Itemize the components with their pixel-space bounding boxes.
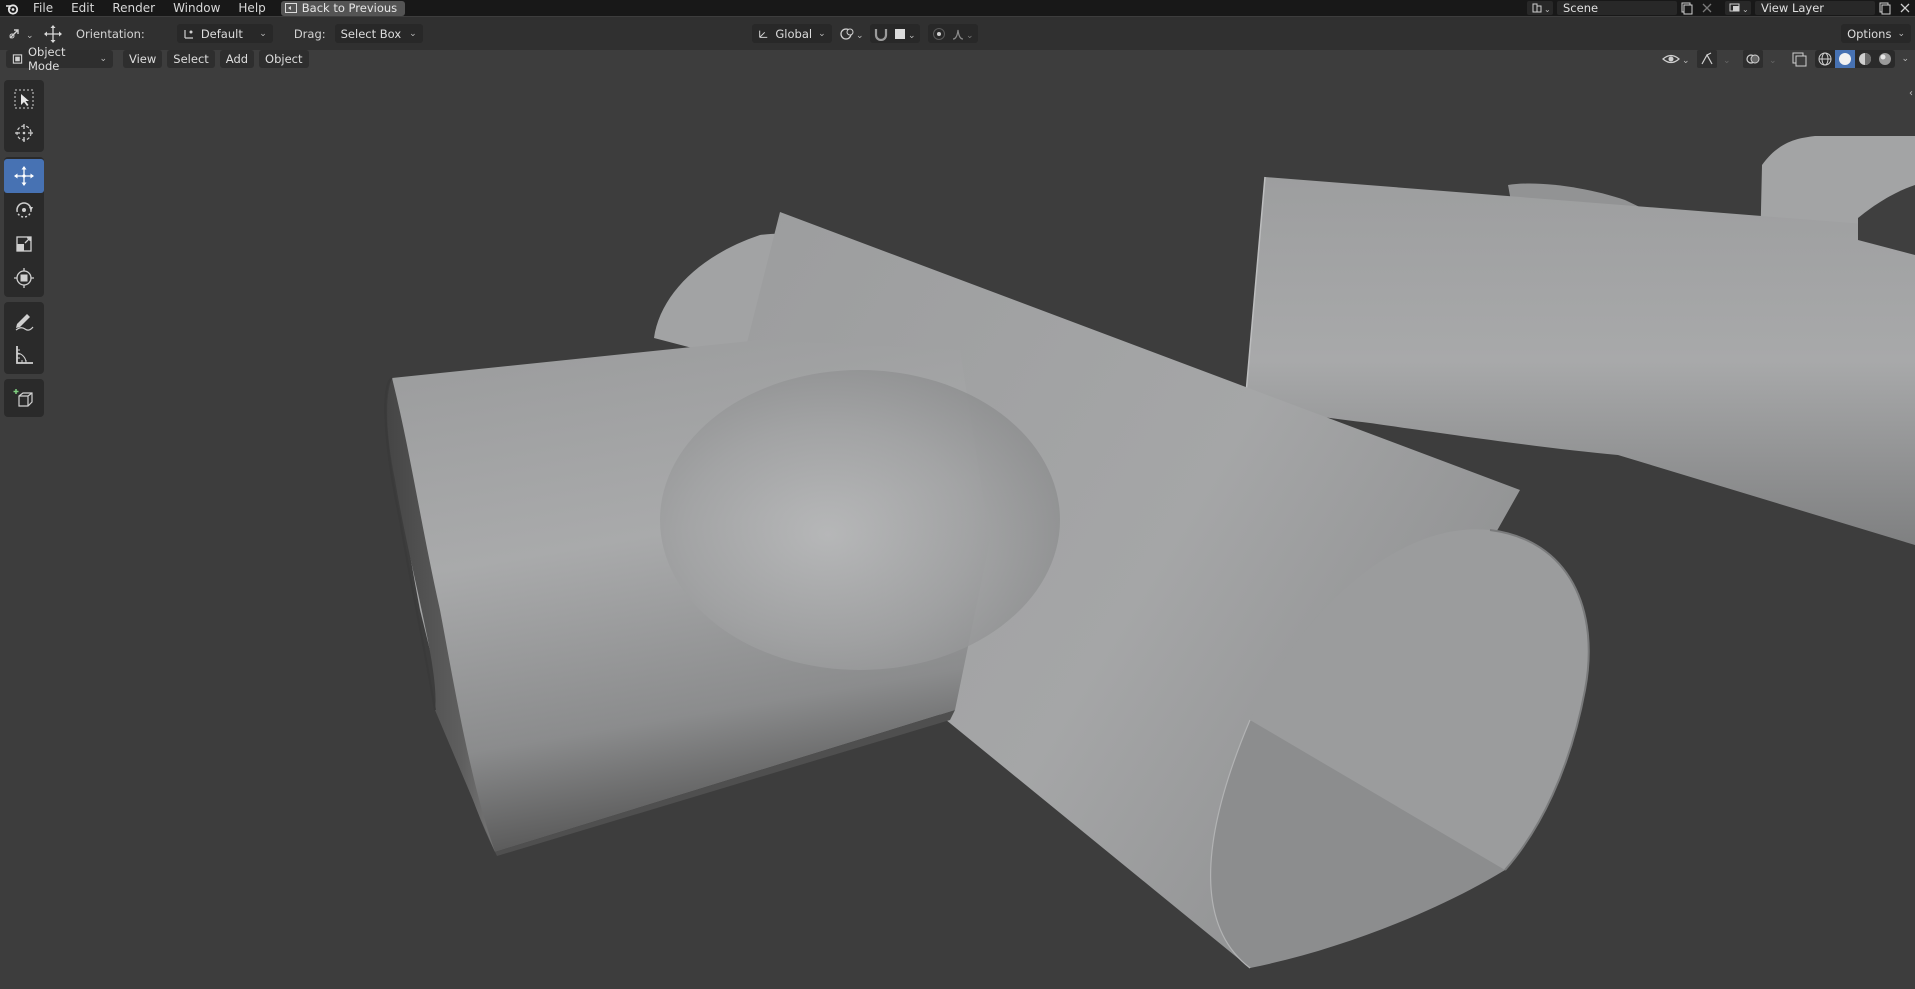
chevron-down-icon: ⌄ <box>818 28 826 39</box>
chevron-down-icon: ⌄ <box>99 54 107 64</box>
annotate-icon[interactable] <box>4 304 44 338</box>
svg-text:⌄: ⌄ <box>1723 56 1731 66</box>
top-menu-bar: File Edit Render Window Help Back to Pre… <box>0 0 1915 16</box>
shading-options-chevron-icon[interactable]: ⌄ <box>1901 54 1909 64</box>
move-tool-icon <box>44 24 62 43</box>
mode-value: Object Mode <box>28 45 66 73</box>
back-screen-icon <box>284 3 297 13</box>
left-toolbar <box>4 80 44 422</box>
scene-icon[interactable]: ⌄ <box>1527 1 1553 15</box>
drag-label: Drag: <box>293 26 326 41</box>
xray-toggle-icon[interactable] <box>1789 50 1809 68</box>
3d-viewport[interactable] <box>0 50 1915 989</box>
svg-text:⌄: ⌄ <box>1742 5 1749 14</box>
menu-view[interactable]: View <box>123 50 163 68</box>
chevron-down-icon: ⌄ <box>259 28 267 39</box>
orientation-axis-icon <box>184 29 193 39</box>
chevron-down-icon: ⌄ <box>409 28 417 39</box>
rendered-shading-icon[interactable] <box>1875 50 1895 68</box>
move-icon[interactable] <box>4 159 44 193</box>
transform-orientation-value: Global <box>775 26 813 41</box>
svg-text:⌄: ⌄ <box>1544 5 1551 14</box>
material-shading-icon[interactable] <box>1855 50 1875 68</box>
orientation-label: Orientation: <box>76 26 145 41</box>
scale-icon[interactable] <box>4 227 44 261</box>
blender-logo-icon[interactable] <box>0 0 24 16</box>
menu-render[interactable]: Render <box>103 0 164 16</box>
delete-scene-icon[interactable] <box>1697 1 1717 15</box>
scene-name: Scene <box>1563 1 1599 15</box>
menu-edit[interactable]: Edit <box>62 0 103 16</box>
tool-group-transform <box>4 157 44 297</box>
snap-magnet-icon[interactable] <box>873 27 889 41</box>
transform-orientation-dropdown[interactable]: Global ⌄ <box>751 24 832 43</box>
pivot-point-icon[interactable]: ⌄ <box>836 24 866 44</box>
view-layer-field[interactable]: View Layer <box>1755 1 1875 15</box>
svg-text:⌄: ⌄ <box>966 31 974 41</box>
menu-object[interactable]: Object <box>259 50 309 68</box>
svg-text:⌄: ⌄ <box>26 31 34 41</box>
menu-select[interactable]: Select <box>167 50 215 68</box>
object-mode-icon <box>12 54 23 64</box>
measure-icon[interactable] <box>4 338 44 372</box>
proportional-editing-icon[interactable] <box>931 27 947 41</box>
menu-window[interactable]: Window <box>164 0 229 16</box>
orientation-dropdown[interactable]: Default ⌄ <box>176 24 273 43</box>
tool-settings-header: ⌄ Orientation: Default ⌄ Drag: Select Bo… <box>0 17 1915 50</box>
drag-value: Select Box <box>340 26 402 41</box>
menu-help[interactable]: Help <box>229 0 274 16</box>
falloff-curve-icon[interactable]: ⌄ <box>951 27 975 41</box>
mode-dropdown[interactable]: Object Mode ⌄ <box>6 45 113 73</box>
visibility-eye-icon[interactable]: ⌄ <box>1661 50 1691 68</box>
rotate-icon[interactable] <box>4 193 44 227</box>
snap-increment-icon[interactable]: ⌄ <box>893 27 917 41</box>
tool-group-add <box>4 379 44 417</box>
global-axis-icon <box>758 30 767 38</box>
sidebar-toggle-icon[interactable]: ‹ <box>1909 88 1913 99</box>
select-box-icon[interactable] <box>4 82 44 116</box>
options-label: Options <box>1847 26 1892 41</box>
gizmo-icon[interactable]: ⌄ <box>1697 50 1737 68</box>
delete-view-layer-icon[interactable] <box>1895 1 1915 15</box>
cursor-icon[interactable] <box>4 116 44 150</box>
svg-text:⌄: ⌄ <box>856 31 864 41</box>
svg-text:⌄: ⌄ <box>1769 56 1777 66</box>
menu-add[interactable]: Add <box>219 50 255 68</box>
transform-icon[interactable] <box>4 261 44 295</box>
viewport-header: Object Mode ⌄ View Select Add Object ⌄ ⌄… <box>0 45 1915 73</box>
tool-group-annotate <box>4 302 44 374</box>
back-to-previous-button[interactable]: Back to Previous <box>280 0 406 16</box>
solid-shading-icon[interactable] <box>1835 50 1856 68</box>
menu-file[interactable]: File <box>24 0 62 16</box>
scene-name-field[interactable]: Scene <box>1557 1 1677 15</box>
wireframe-shading-icon[interactable] <box>1815 50 1835 68</box>
overlays-icon[interactable]: ⌄ <box>1743 50 1783 68</box>
view-layer-icon[interactable]: ⌄ <box>1725 1 1755 15</box>
options-dropdown[interactable]: Options ⌄ <box>1841 24 1911 43</box>
add-cube-icon[interactable] <box>4 381 44 415</box>
tool-group-select <box>4 80 44 152</box>
orientation-value: Default <box>200 26 243 41</box>
view-layer-name: View Layer <box>1761 1 1825 15</box>
tool-icon-dropdown[interactable]: ⌄ <box>6 24 40 44</box>
svg-text:⌄: ⌄ <box>1682 56 1690 66</box>
new-view-layer-icon[interactable] <box>1875 1 1895 15</box>
viewport-canvas[interactable] <box>0 50 1915 989</box>
chevron-down-icon: ⌄ <box>1897 28 1905 39</box>
drag-dropdown[interactable]: Select Box ⌄ <box>334 24 423 43</box>
new-scene-icon[interactable] <box>1677 1 1697 15</box>
back-to-previous-label: Back to Previous <box>301 1 398 15</box>
svg-text:⌄: ⌄ <box>908 31 916 41</box>
